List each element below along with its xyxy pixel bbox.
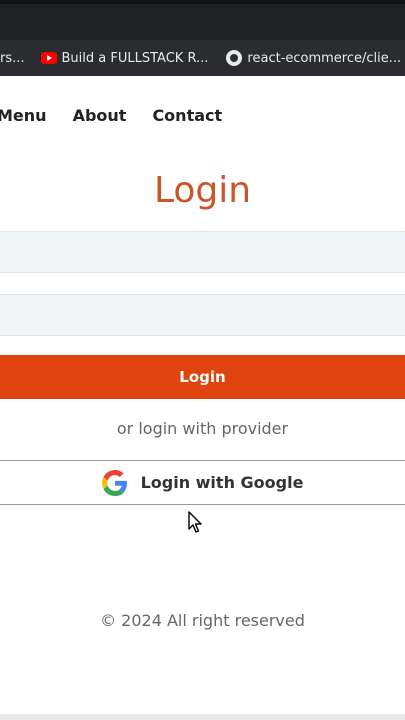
bookmark-item-youtube[interactable]: Build a FULLSTACK R... xyxy=(40,50,209,66)
password-field[interactable] xyxy=(0,294,405,336)
page-title: Login xyxy=(153,170,252,211)
bookmarks-bar: ers... Build a FULLSTACK R... react-ecom… xyxy=(0,40,405,76)
bookmark-item[interactable]: ers... xyxy=(0,51,25,66)
bookmark-label: react-ecommerce/clie... xyxy=(247,50,402,66)
footer-copyright: © 2024 All right reserved xyxy=(100,611,305,630)
browser-tab-bar xyxy=(0,0,405,40)
provider-label: or login with provider xyxy=(116,419,289,438)
google-login-button[interactable]: Login with Google xyxy=(0,460,405,505)
bookmark-label: Build a FULLSTACK R... xyxy=(61,50,209,66)
email-field[interactable] xyxy=(0,231,405,273)
page-bottom-edge xyxy=(0,714,405,720)
login-button[interactable]: Login xyxy=(0,355,405,399)
youtube-icon xyxy=(40,52,57,64)
github-icon xyxy=(226,50,243,66)
mouse-cursor-icon xyxy=(188,511,202,533)
google-button-label: Login with Google xyxy=(140,473,304,492)
bookmark-item-github[interactable]: react-ecommerce/clie... xyxy=(226,50,401,66)
nav-link-menu[interactable]: Menu xyxy=(0,106,47,125)
bookmark-label: ers... xyxy=(0,50,25,66)
site-nav: Menu About Contact xyxy=(0,76,405,154)
window-frame xyxy=(0,0,405,4)
nav-link-contact[interactable]: Contact xyxy=(152,106,222,125)
nav-link-about[interactable]: About xyxy=(73,106,127,125)
google-icon xyxy=(101,469,127,496)
